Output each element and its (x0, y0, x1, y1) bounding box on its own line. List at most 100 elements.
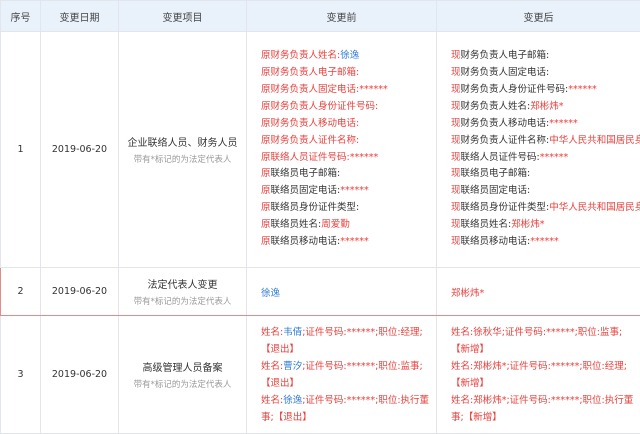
change-detail-label: 原联络员姓名: (261, 219, 321, 230)
change-detail-label: 现联络员移动电话: (451, 236, 530, 247)
change-detail-line: 现财务负责人电子邮箱: (451, 48, 640, 65)
change-prefix: 现 (451, 118, 461, 129)
change-detail-value: 郑彬炜* (530, 101, 563, 112)
change-detail-line: 原财务负责人固定电话:****** (261, 82, 436, 99)
change-item-name: 高级管理人员备案 (119, 359, 246, 374)
change-detail-label: 现财务负责人移动电话: (451, 118, 549, 129)
change-detail-line: 原财务负责人姓名:徐逸 (261, 48, 436, 65)
entry-prefix: 姓名: (261, 361, 283, 372)
manager-entry: 姓名:徐秋华;证件号码:******;职位:监事; 【新增】 (451, 324, 634, 358)
change-detail-value: 中华人民共和国居民身份证 (549, 135, 640, 146)
entry-text: 姓名:徐秋华;证件号码:******;职位:监事; (451, 327, 622, 338)
change-detail-line: 原联络员姓名:周爱勤 (261, 217, 436, 234)
header-after: 变更后 (437, 1, 640, 32)
row-date: 2019-06-20 (41, 268, 119, 316)
legal-rep-note: 带有*标记的为法定代表人 (119, 153, 246, 165)
header-date: 变更日期 (41, 1, 119, 32)
after-list: 姓名:徐秋华;证件号码:******;职位:监事; 【新增】姓名:郑彬炜*;证件号… (451, 324, 634, 426)
person-link[interactable]: 郑彬炜* (451, 288, 484, 299)
change-prefix: 现 (451, 50, 461, 61)
entry-text: 姓名:郑彬炜*;证件号码:******;职位:经理; (451, 361, 627, 372)
change-detail-label: 原财务负责人移动电话: (261, 118, 359, 129)
header-index: 序号 (1, 1, 41, 32)
change-detail-line: 现联络人员证件号码:****** (451, 150, 640, 167)
change-label-rest: 联络员固定电话: (271, 185, 341, 196)
after-cell: 姓名:徐秋华;证件号码:******;职位:监事; 【新增】姓名:郑彬炜*;证件号… (437, 316, 640, 434)
change-detail-label: 现联络人员证件号码: (451, 152, 540, 163)
person-link[interactable]: 曹汐 (283, 361, 302, 372)
change-label-rest: 财务负责人姓名: (461, 101, 531, 112)
change-detail-value[interactable]: 徐逸 (340, 50, 359, 61)
change-detail-line: 原财务负责人身份证件号码: (261, 99, 436, 116)
change-label-rest: 联络员电子邮箱: (271, 168, 341, 179)
change-prefix: 现 (451, 219, 461, 230)
change-detail-value: ****** (340, 185, 369, 196)
after-cell: 郑彬炜* (437, 268, 640, 316)
person-link[interactable]: 徐逸 (261, 288, 280, 299)
change-prefix: 现 (451, 101, 461, 112)
row-index: 1 (1, 32, 41, 268)
change-detail-label: 原联络员固定电话: (261, 185, 340, 196)
header-item: 变更项目 (119, 1, 247, 32)
change-detail-line: 现财务负责人固定电话: (451, 65, 640, 82)
change-prefix: 现 (451, 135, 461, 146)
entry-tag: 【退出】 (261, 378, 299, 389)
change-detail-line: 现联络员移动电话:****** (451, 234, 640, 251)
change-detail-label: 现联络员固定电话: (451, 185, 530, 196)
change-item-name: 企业联络人员、财务人员 (119, 134, 246, 149)
before-list: 原财务负责人姓名:徐逸原财务负责人电子邮箱:原财务负责人固定电话:******原… (261, 48, 436, 251)
legal-rep-note: 带有*标记的为法定代表人 (119, 295, 246, 307)
change-detail-label: 原联络员移动电话: (261, 236, 340, 247)
change-label-rest: 联络员身份证件类型: (271, 202, 360, 213)
change-label-rest: 联络员姓名: (271, 219, 322, 230)
manager-entry: 姓名:韦倩;证件号码:******;职位:经理;【退出】 (261, 324, 430, 358)
change-detail-value: 周爱勤 (321, 219, 350, 230)
change-detail-label: 原财务负责人电子邮箱: (261, 67, 359, 78)
entry-tag: 【退出】 (261, 344, 299, 355)
change-detail-label: 现财务负责人姓名: (451, 101, 530, 112)
change-prefix: 现 (451, 84, 461, 95)
row-item: 高级管理人员备案 带有*标记的为法定代表人 (119, 316, 247, 434)
change-detail-label: 原财务负责人姓名: (261, 50, 340, 61)
change-records-table: 序号 变更日期 变更项目 变更前 变更后 1 2019-06-20 企业联络人员… (0, 0, 640, 434)
change-detail-line: 现联络员固定电话: (451, 183, 640, 200)
table-row: 1 2019-06-20 企业联络人员、财务人员 带有*标记的为法定代表人 原财… (1, 32, 640, 268)
change-detail-value: ****** (340, 236, 369, 247)
change-detail-line: 现财务负责人身份证件号码:****** (451, 82, 640, 99)
row-index: 3 (1, 316, 41, 434)
row-date: 2019-06-20 (41, 32, 119, 268)
change-detail-value: ****** (568, 84, 597, 95)
change-detail-label: 现联络员身份证件类型: (451, 202, 549, 213)
change-detail-line: 原财务负责人移动电话: (261, 116, 436, 133)
row-index: 2 (1, 268, 41, 316)
person-link[interactable]: 徐逸 (283, 395, 302, 406)
person-link[interactable]: 韦倩 (283, 327, 302, 338)
entry-rest: ;证件号码:******;职位:经理; (302, 327, 423, 338)
before-cell: 徐逸 (247, 268, 437, 316)
after-cell: 现财务负责人电子邮箱:现财务负责人固定电话:现财务负责人身份证件号码:*****… (437, 32, 640, 268)
change-prefix: 现 (451, 185, 461, 196)
table-row: 3 2019-06-20 高级管理人员备案 带有*标记的为法定代表人 姓名:韦倩… (1, 316, 640, 434)
change-detail-line: 原联络人员证件号码:****** (261, 150, 436, 167)
change-detail-line: 原财务负责人电子邮箱: (261, 65, 436, 82)
change-detail-label: 现联络员电子邮箱: (451, 168, 530, 179)
change-prefix: 现 (451, 168, 461, 179)
entry-tag: 【新增】 (451, 344, 489, 355)
table-row-highlighted: 2 2019-06-20 法定代表人变更 带有*标记的为法定代表人 徐逸 郑彬炜… (1, 268, 640, 316)
row-item: 企业联络人员、财务人员 带有*标记的为法定代表人 (119, 32, 247, 268)
change-label-rest: 财务负责人证件名称: (461, 135, 550, 146)
change-detail-line: 现财务负责人姓名:郑彬炜* (451, 99, 640, 116)
change-label-rest: 联络员移动电话: (271, 236, 341, 247)
change-label-rest: 联络员身份证件类型: (461, 202, 550, 213)
change-detail-value: ****** (350, 152, 379, 163)
row-date: 2019-06-20 (41, 316, 119, 434)
change-label-rest: 财务负责人身份证件号码: (461, 84, 569, 95)
change-prefix: 原 (261, 168, 271, 179)
entry-prefix: 姓名: (261, 327, 283, 338)
change-label-rest: 财务负责人电子邮箱: (461, 50, 550, 61)
change-prefix: 现 (451, 67, 461, 78)
change-detail-line: 原联络员身份证件类型: (261, 200, 436, 217)
change-label-rest: 联络员移动电话: (461, 236, 531, 247)
change-detail-label: 原财务负责人固定电话: (261, 84, 359, 95)
change-detail-label: 原联络人员证件号码: (261, 152, 350, 163)
